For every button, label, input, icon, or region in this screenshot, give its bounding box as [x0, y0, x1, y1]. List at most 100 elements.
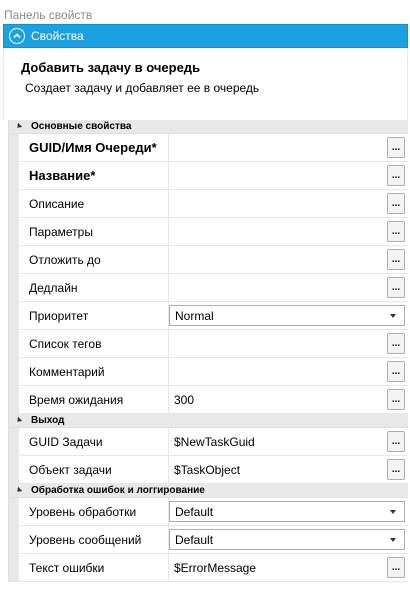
property-name: Текст ошибки	[19, 554, 169, 582]
row-gutter	[9, 190, 19, 218]
row-gutter	[9, 358, 19, 386]
ellipsis-button[interactable]: ...	[387, 431, 405, 452]
property-name: Комментарий	[19, 358, 169, 386]
category-label: Выход	[31, 415, 65, 426]
property-name: Уровень обработки	[19, 498, 169, 526]
property-name: Название*	[19, 162, 169, 190]
activity-info: Добавить задачу в очередь Создает задачу…	[3, 48, 408, 120]
activity-title: Добавить задачу в очередь	[21, 60, 201, 75]
property-row: Дедлайн...	[9, 274, 408, 302]
chevron-down-icon[interactable]	[390, 314, 396, 318]
property-row: Время ожидания 300...	[9, 386, 408, 414]
property-value-field[interactable]: ...	[169, 358, 408, 386]
property-value-field[interactable]: ...	[169, 134, 408, 162]
property-value[interactable]: $NewTaskGuid	[169, 435, 255, 449]
property-name: Приоритет	[19, 302, 169, 330]
property-value[interactable]: 300	[169, 393, 194, 407]
ellipsis-button[interactable]: ...	[387, 557, 405, 578]
property-row: Описание...	[9, 190, 408, 218]
property-row: Параметры...	[9, 218, 408, 246]
property-name: Описание	[19, 190, 169, 218]
collapse-triangle-icon[interactable]	[15, 416, 23, 424]
property-name: Список тегов	[19, 330, 169, 358]
property-value[interactable]: $TaskObject	[169, 463, 240, 477]
row-gutter	[9, 330, 19, 358]
row-gutter	[9, 218, 19, 246]
row-gutter	[9, 428, 19, 456]
chevron-down-icon[interactable]	[390, 510, 396, 514]
section-label: Свойства	[31, 29, 84, 43]
category-header[interactable]: Основные свойства	[9, 120, 408, 134]
property-dropdown[interactable]: Normal	[169, 302, 408, 330]
property-row: GUID Задачи $NewTaskGuid...	[9, 428, 408, 456]
ellipsis-button[interactable]: ...	[387, 277, 405, 298]
property-value-field[interactable]: ...	[169, 218, 408, 246]
property-row: GUID/Имя Очереди*...	[9, 134, 408, 162]
property-grid: Основные свойства GUID/Имя Очереди*... Наз…	[8, 120, 408, 582]
property-name: Параметры	[19, 218, 169, 246]
property-dropdown[interactable]: Default	[169, 526, 408, 554]
property-row: Комментарий...	[9, 358, 408, 386]
select-box[interactable]: Default	[169, 501, 405, 522]
ellipsis-button[interactable]: ...	[387, 221, 405, 242]
row-gutter	[9, 162, 19, 190]
row-gutter	[9, 386, 19, 414]
ellipsis-button[interactable]: ...	[387, 165, 405, 186]
property-value-field[interactable]: ...	[169, 190, 408, 218]
property-value-field[interactable]: 300...	[169, 386, 408, 414]
property-dropdown[interactable]: Default	[169, 498, 408, 526]
property-value-field[interactable]: ...	[169, 246, 408, 274]
row-gutter	[9, 274, 19, 302]
ellipsis-button[interactable]: ...	[387, 193, 405, 214]
property-row: Объект задачи $TaskObject...	[9, 456, 408, 484]
collapse-triangle-icon[interactable]	[15, 122, 23, 130]
property-value-field[interactable]: ...	[169, 274, 408, 302]
select-value: Default	[175, 532, 214, 547]
row-gutter	[9, 526, 19, 554]
panel-title: Панель свойств	[4, 8, 93, 22]
property-name: GUID Задачи	[19, 428, 169, 456]
property-name: Уровень сообщений	[19, 526, 169, 554]
ellipsis-button[interactable]: ...	[387, 333, 405, 354]
category-header[interactable]: Выход	[9, 414, 408, 428]
ellipsis-button[interactable]: ...	[387, 137, 405, 158]
property-name: Объект задачи	[19, 456, 169, 484]
property-row: Приоритет Normal	[9, 302, 408, 330]
select-box[interactable]: Default	[169, 529, 405, 550]
property-value-field[interactable]: ...	[169, 162, 408, 190]
property-row: Список тегов...	[9, 330, 408, 358]
properties-section-header[interactable]: Свойства	[3, 24, 408, 48]
category-header[interactable]: Обработка ошибок и логгирование	[9, 484, 408, 498]
property-row: Уровень сообщений Default	[9, 526, 408, 554]
property-row: Уровень обработки Default	[9, 498, 408, 526]
ellipsis-button[interactable]: ...	[387, 249, 405, 270]
property-name: Время ожидания	[19, 386, 169, 414]
collapse-triangle-icon[interactable]	[15, 486, 23, 494]
category-label: Основные свойства	[31, 121, 132, 132]
property-value[interactable]: $ErrorMessage	[169, 561, 256, 575]
row-gutter	[9, 554, 19, 582]
property-name: Отложить до	[19, 246, 169, 274]
property-value-field[interactable]: ...	[169, 330, 408, 358]
property-row: Отложить до...	[9, 246, 408, 274]
ellipsis-button[interactable]: ...	[387, 459, 405, 480]
row-gutter	[9, 498, 19, 526]
row-gutter	[9, 456, 19, 484]
select-value: Default	[175, 504, 214, 519]
property-value-field[interactable]: $ErrorMessage...	[169, 554, 408, 582]
property-value-field[interactable]: $TaskObject...	[169, 456, 408, 484]
property-row: Название*...	[9, 162, 408, 190]
property-name: Дедлайн	[19, 274, 169, 302]
select-value: Normal	[175, 308, 214, 323]
property-name: GUID/Имя Очереди*	[19, 134, 169, 162]
row-gutter	[9, 134, 19, 162]
ellipsis-button[interactable]: ...	[387, 389, 405, 410]
row-gutter	[9, 246, 19, 274]
ellipsis-button[interactable]: ...	[387, 361, 405, 382]
chevron-down-icon[interactable]	[390, 538, 396, 542]
property-value-field[interactable]: $NewTaskGuid...	[169, 428, 408, 456]
activity-description: Создает задачу и добавляет ее в очередь	[25, 81, 260, 95]
category-label: Обработка ошибок и логгирование	[31, 485, 205, 496]
select-box[interactable]: Normal	[169, 305, 405, 326]
collapse-up-circle-icon[interactable]	[9, 28, 25, 44]
